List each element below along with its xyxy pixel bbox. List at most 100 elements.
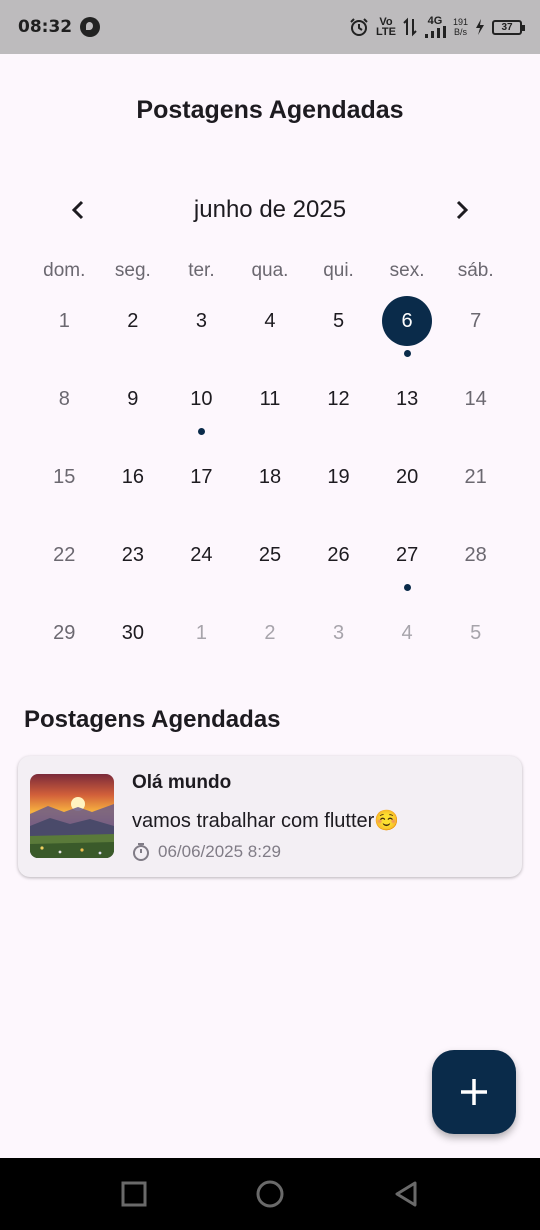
scheduled-post-dot xyxy=(403,350,411,357)
weekday-mon: seg. xyxy=(114,260,151,281)
calendar-day[interactable]: 18 xyxy=(236,438,305,516)
calendar-day-number: 28 xyxy=(464,543,487,566)
charging-icon xyxy=(476,19,484,35)
calendar-day[interactable]: 10 xyxy=(167,360,236,438)
calendar-day-number: 11 xyxy=(259,387,281,410)
calendar-day-number: 3 xyxy=(332,621,345,644)
weekday-header-row: dom. seg. ter. qua. qui. sex. sáb. xyxy=(30,260,510,282)
calendar-day-number: 25 xyxy=(258,543,282,566)
calendar-day[interactable]: 14 xyxy=(441,360,510,438)
calendar-day-number: 2 xyxy=(264,621,276,644)
calendar-day[interactable]: 30 xyxy=(99,594,168,672)
calendar-day[interactable]: 5 xyxy=(304,282,373,360)
calendar-day-number: 15 xyxy=(53,465,76,488)
system-navigation-bar xyxy=(0,1158,540,1230)
weekday-sat: sáb. xyxy=(457,260,494,281)
calendar-day[interactable]: 23 xyxy=(99,516,168,594)
recents-button[interactable] xyxy=(66,1158,202,1230)
post-title: Olá mundo xyxy=(132,772,232,793)
calendar-day[interactable]: 15 xyxy=(30,438,99,516)
calendar-day-number: 8 xyxy=(58,387,70,410)
calendar-day[interactable]: 7 xyxy=(441,282,510,360)
calendar-day-number: 20 xyxy=(395,465,419,488)
month-navigation: junho de 2025 xyxy=(60,192,480,228)
calendar-day[interactable]: 9 xyxy=(99,360,168,438)
calendar-day-next-month[interactable]: 5 xyxy=(441,594,510,672)
calendar-day[interactable]: 29 xyxy=(30,594,99,672)
calendar-day-number: 2 xyxy=(127,309,139,332)
calendar-day[interactable]: 1 xyxy=(30,282,99,360)
sunset-landscape-image xyxy=(30,774,114,858)
volte-indicator: Vo LTE xyxy=(376,17,396,38)
calendar-day[interactable]: 17 xyxy=(167,438,236,516)
calendar-day[interactable]: 25 xyxy=(236,516,305,594)
calendar-day[interactable]: 2 xyxy=(99,282,168,360)
calendar-day[interactable]: 12 xyxy=(304,360,373,438)
post-schedule: 06/06/2025 8:29 xyxy=(132,842,281,862)
weekday-fri: sex. xyxy=(389,260,425,281)
prev-month-button[interactable] xyxy=(60,192,96,228)
calendar-day-number: 19 xyxy=(327,465,350,488)
calendar-day[interactable]: 13 xyxy=(373,360,442,438)
timer-icon xyxy=(133,843,149,861)
post-date-text: 06/06/2025 8:29 xyxy=(158,842,281,861)
back-triangle-icon xyxy=(395,1181,417,1207)
calendar-day-number: 30 xyxy=(121,621,144,644)
calendar-day-number: 4 xyxy=(401,621,413,644)
chevron-left-icon xyxy=(71,200,84,220)
post-thumbnail xyxy=(30,774,114,858)
calendar-day-next-month[interactable]: 3 xyxy=(304,594,373,672)
alarm-icon xyxy=(350,18,368,36)
calendar-day[interactable]: 26 xyxy=(304,516,373,594)
calendar-day[interactable]: 11 xyxy=(236,360,305,438)
status-time: 08:32 xyxy=(18,17,73,37)
calendar-day-selected[interactable]: 6 xyxy=(373,282,442,360)
home-button[interactable] xyxy=(202,1158,338,1230)
calendar-day[interactable]: 22 xyxy=(30,516,99,594)
calendar-day-number: 26 xyxy=(327,543,350,566)
next-month-button[interactable] xyxy=(444,192,480,228)
calendar-day[interactable]: 20 xyxy=(373,438,442,516)
calendar-day[interactable]: 28 xyxy=(441,516,510,594)
back-button[interactable] xyxy=(338,1158,474,1230)
calendar-day-number: 1 xyxy=(58,309,70,332)
network-speed: 191 B/s xyxy=(453,17,468,37)
calendar-day-next-month[interactable]: 2 xyxy=(236,594,305,672)
calendar-day-number: 6 xyxy=(382,296,433,346)
calendar-day[interactable]: 16 xyxy=(99,438,168,516)
calendar-day[interactable]: 27 xyxy=(373,516,442,594)
calendar-day[interactable]: 21 xyxy=(441,438,510,516)
scheduled-post-dot xyxy=(197,428,205,435)
page-title: Postagens Agendadas xyxy=(136,96,404,124)
volte-bottom: LTE xyxy=(376,26,396,38)
calendar-day-number: 5 xyxy=(470,621,482,644)
calendar-day-number: 7 xyxy=(470,309,482,332)
calendar-day[interactable]: 8 xyxy=(30,360,99,438)
signal-bars-icon xyxy=(424,26,446,38)
data-transfer-icon xyxy=(403,17,417,37)
calendar-day[interactable]: 24 xyxy=(167,516,236,594)
calendar-day[interactable]: 19 xyxy=(304,438,373,516)
calendar-day-number: 12 xyxy=(327,387,350,410)
calendar-day[interactable]: 3 xyxy=(167,282,236,360)
add-post-button[interactable] xyxy=(432,1050,516,1134)
calendar-grid: 1 2 3 4 5 6 7 8 9 10 11 12 13 14 15 16 17 18 19 20 21 22 23 24 2… xyxy=(30,282,510,672)
calendar-day[interactable]: 4 xyxy=(236,282,305,360)
scheduled-post-dot xyxy=(403,584,411,591)
calendar-day-number: 16 xyxy=(121,465,144,488)
scheduled-post-card[interactable]: Olá mundo vamos trabalhar com flutter☺️ … xyxy=(18,756,522,877)
calendar-day-number: 23 xyxy=(121,543,144,566)
weekday-tue: ter. xyxy=(188,260,215,281)
calendar-day-number: 17 xyxy=(190,465,213,488)
calendar-day-next-month[interactable]: 4 xyxy=(373,594,442,672)
battery-icon: 37 xyxy=(492,19,525,35)
calendar-day-number: 21 xyxy=(464,465,487,488)
calendar-day-number: 3 xyxy=(195,309,207,332)
speed-unit: B/s xyxy=(453,27,467,37)
calendar-day-next-month[interactable]: 1 xyxy=(167,594,236,672)
calendar-day-number: 5 xyxy=(332,309,345,332)
plus-icon xyxy=(461,1079,487,1105)
month-label: junho de 2025 xyxy=(193,196,347,223)
calendar-day-number: 1 xyxy=(195,621,207,644)
weekday-thu: qui. xyxy=(323,260,354,281)
